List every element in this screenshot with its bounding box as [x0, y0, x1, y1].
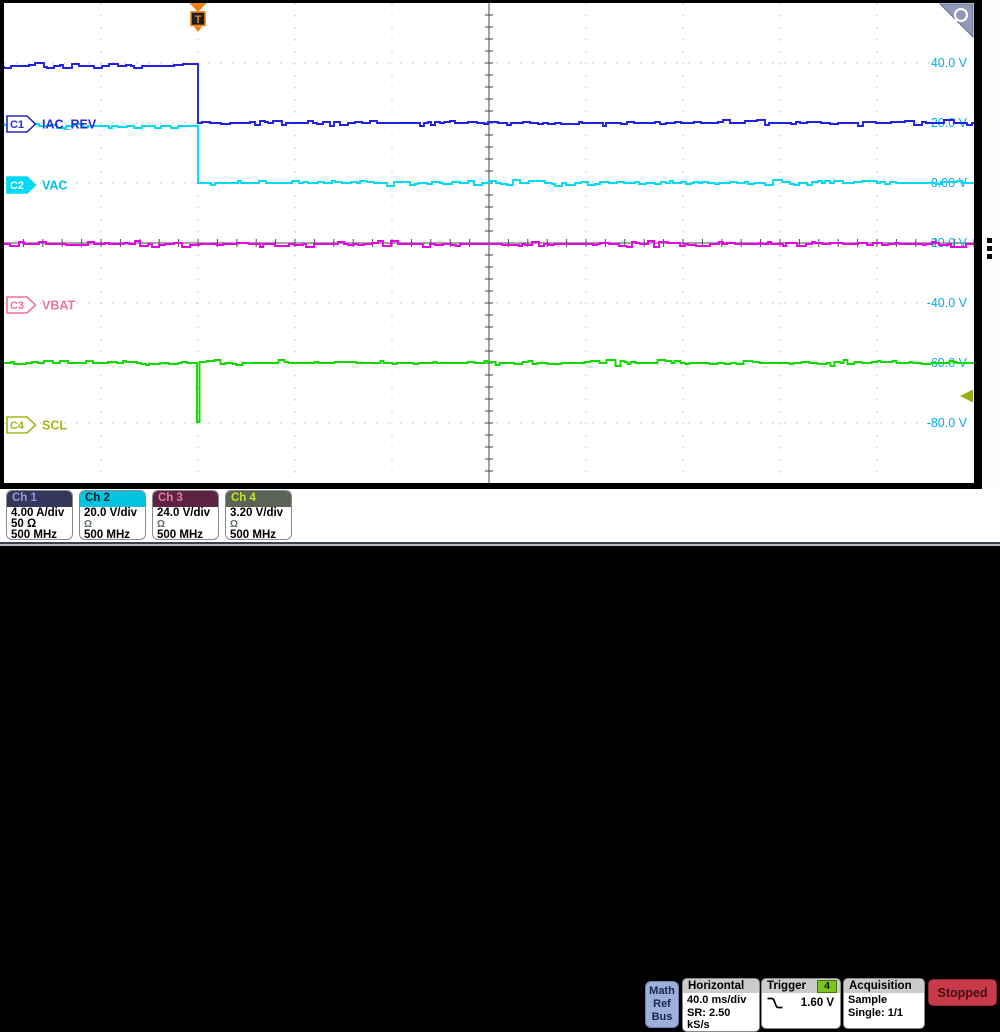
trigger-panel-title: Trigger: [767, 979, 806, 993]
channel-badge-row: 500 MHz: [230, 530, 287, 540]
waveform-canvas: 40.0 V20.0 V0.00 V-20.0 V-40.0 V-60.0 V-…: [4, 3, 974, 483]
channel-id: C4: [10, 420, 25, 432]
oscilloscope-screen: 40.0 V20.0 V0.00 V-20.0 V-40.0 V-60.0 V-…: [0, 0, 1000, 546]
acquisition-count: Single: 1/1: [848, 1007, 920, 1020]
channel-badge-title: Ch 3: [153, 491, 218, 507]
trigger-arrow-tip: [194, 27, 202, 33]
bus-label: Bus: [646, 1011, 678, 1024]
channel-badge-row: 3.20 V/div: [230, 508, 287, 519]
channel-badge-title: Ch 4: [226, 491, 291, 507]
ref-label: Ref: [646, 998, 678, 1011]
channel-badge-row: 500 MHz: [11, 530, 68, 540]
channel-name: VBAT: [42, 299, 75, 313]
channel-badge-ch3[interactable]: Ch 324.0 V/divΩ500 MHz: [152, 490, 219, 540]
voltage-label: -40.0 V: [927, 296, 968, 310]
channel-badge-row: 24.0 V/div: [157, 508, 214, 519]
drag-handle-icon[interactable]: [987, 238, 992, 259]
voltage-label: 40.0 V: [931, 56, 968, 70]
trigger-arrow-icon: [190, 3, 207, 12]
math-ref-bus-button[interactable]: Math Ref Bus: [645, 981, 679, 1028]
zoom-corner-control[interactable]: [940, 4, 973, 37]
channel-label-c3[interactable]: C3 VBAT: [7, 297, 75, 313]
sample-rate: SR: 2.50 kS/s: [687, 1007, 755, 1032]
channel-badges: Ch 14.00 A/div50 Ω500 MHzCh 220.0 V/divΩ…: [6, 490, 292, 540]
bottom-divider: [0, 542, 1000, 546]
channel-badge-ch4[interactable]: Ch 43.20 V/divΩ500 MHz: [225, 490, 292, 540]
trigger-level-value: 1.60 V: [784, 997, 834, 1010]
bottom-bar: Ch 14.00 A/div50 Ω500 MHzCh 220.0 V/divΩ…: [0, 489, 1000, 546]
voltage-label: -80.0 V: [927, 416, 968, 430]
channel-id: C3: [10, 300, 24, 312]
horizontal-panel[interactable]: Horizontal 40.0 ms/div SR: 2.50 kS/s RL:…: [682, 978, 760, 1032]
zoom-magnifier-handle: [951, 20, 957, 27]
graticule-frame: 40.0 V20.0 V0.00 V-20.0 V-40.0 V-60.0 V-…: [0, 0, 982, 489]
channel-badge-row: 20.0 V/div: [84, 508, 141, 519]
channel-badge-ch2[interactable]: Ch 220.0 V/divΩ500 MHz: [79, 490, 146, 540]
channel-name: SCL: [42, 419, 67, 433]
trigger-level-arrow-icon[interactable]: [960, 390, 973, 403]
channel-id: C2: [10, 180, 24, 192]
channel-label-c4[interactable]: C4 SCL: [7, 417, 67, 433]
trigger-t-label: T: [195, 14, 202, 26]
horizontal-panel-title: Horizontal: [683, 979, 759, 993]
falling-edge-icon: [766, 996, 784, 1010]
channel-badge-row: 500 MHz: [84, 530, 141, 540]
trigger-position-marker[interactable]: T: [190, 3, 207, 32]
channel-label-c2[interactable]: C2 VAC: [7, 177, 67, 193]
channel-id: C1: [10, 119, 24, 131]
acquisition-panel-title: Acquisition: [844, 979, 924, 993]
right-gutter: [982, 0, 1000, 489]
trigger-source-badge: 4: [817, 980, 837, 993]
channel-badge-row: 500 MHz: [157, 530, 214, 540]
trigger-panel[interactable]: Trigger 4 1.60 V: [761, 978, 841, 1029]
channel-name: IAC_REV: [42, 118, 97, 132]
channel-badge-title: Ch 2: [80, 491, 145, 507]
acquisition-mode: Sample: [848, 994, 920, 1007]
channel-badge-title: Ch 1: [7, 491, 72, 507]
math-label: Math: [646, 985, 678, 998]
waveform-display[interactable]: 40.0 V20.0 V0.00 V-20.0 V-40.0 V-60.0 V-…: [4, 3, 974, 483]
channel-name: VAC: [42, 179, 67, 193]
center-axes: [4, 3, 974, 483]
channel-label-c1[interactable]: C1 IAC_REV: [7, 116, 97, 132]
acquisition-panel[interactable]: Acquisition Sample Single: 1/1: [843, 978, 925, 1029]
channel-badge-ch1[interactable]: Ch 14.00 A/div50 Ω500 MHz: [6, 490, 73, 540]
horizontal-scale: 40.0 ms/div: [687, 994, 755, 1007]
stopped-button[interactable]: Stopped: [928, 979, 997, 1006]
